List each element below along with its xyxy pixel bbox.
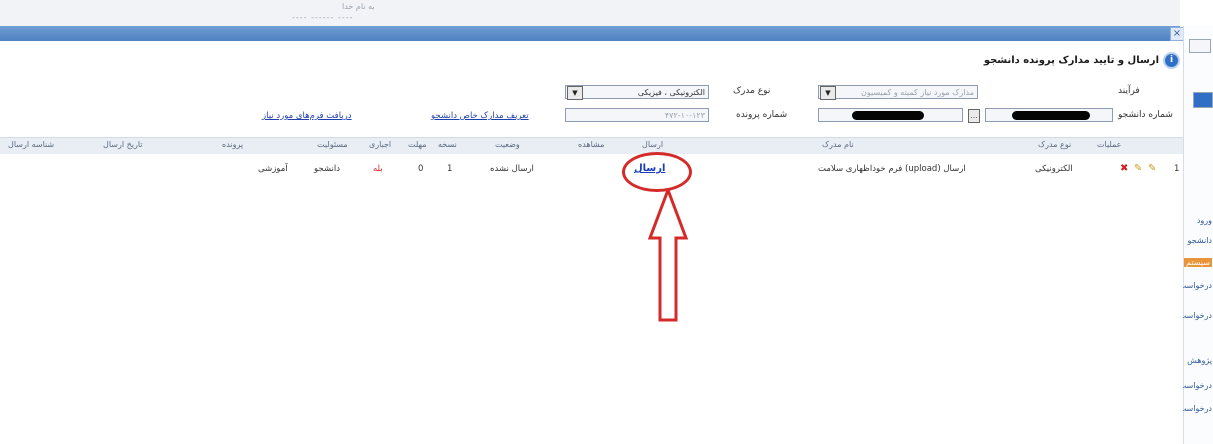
redacted-student-name: [852, 111, 924, 120]
th-copy-count: نسخه: [438, 140, 457, 149]
file-no-label: شماره پرونده: [736, 110, 788, 120]
right-side-panel: ورود دانشجو سیستم درخواست درخواست پژوهش …: [1179, 26, 1213, 444]
process-label: فرآیند: [1118, 86, 1140, 96]
process-select[interactable]: مدارک مورد نیاز کمیته و کمیسیون: [818, 85, 978, 99]
th-view: مشاهده: [578, 140, 605, 149]
define-docs-link[interactable]: تعریف مدارک خاص دانشجو: [431, 111, 529, 121]
row-doc-name: ارسال (upload) فرم خوداظهاری سلامت: [818, 164, 966, 174]
close-button[interactable]: ×: [1170, 27, 1184, 41]
table-header: عملیات نوع مدرک نام مدرک ارسال مشاهده وض…: [0, 137, 1183, 155]
delete-icon[interactable]: ✖: [1120, 164, 1128, 174]
highlight-circle: [622, 152, 692, 192]
dialog-title-row: i ارسال و تایید مدارک پرونده دانشجو: [984, 52, 1180, 69]
dialog-title: ارسال و تایید مدارک پرونده دانشجو: [983, 55, 1159, 66]
side-item[interactable]: درخواست: [1179, 404, 1212, 413]
th-send: ارسال: [642, 140, 664, 149]
side-item[interactable]: درخواست: [1179, 381, 1212, 390]
side-item[interactable]: درخواست: [1179, 281, 1212, 290]
th-responsibility: مسئولیت: [317, 140, 348, 149]
row-copy-count: 1: [447, 164, 453, 174]
top-faint-text: به نام خدا: [342, 2, 375, 11]
side-item[interactable]: درخواست: [1179, 311, 1212, 320]
side-item[interactable]: دانشجو: [1188, 236, 1212, 245]
process-dropdown-chevron-icon[interactable]: ▼: [820, 86, 836, 100]
th-deadline: مهلت: [408, 140, 427, 149]
row-doc-type: الکترونیکی: [1035, 164, 1073, 174]
file-no-field: ۴۷۲-۱۰-۱۲۳: [565, 108, 709, 122]
th-mandatory: اجباری: [369, 140, 392, 149]
up-arrow-annotation: [648, 188, 688, 322]
th-send-id: شناسه ارسال: [8, 140, 55, 149]
th-send-date: تاریخ ارسال: [103, 140, 143, 149]
th-status: وضعیت: [495, 140, 520, 149]
th-actions: عملیات: [1097, 140, 1122, 149]
student-lookup-button[interactable]: …: [968, 109, 980, 123]
th-file: پرونده: [222, 140, 244, 149]
side-item-active[interactable]: سیستم: [1184, 258, 1212, 267]
doc-type-select[interactable]: الکترونیکی ، فیزیکی: [565, 85, 709, 99]
student-no-label: شماره دانشجو: [1118, 110, 1173, 120]
edit-pencil-icon-2[interactable]: ✎: [1148, 164, 1156, 174]
th-doc-type: نوع مدرک: [1038, 140, 1072, 149]
row-deadline: 0: [418, 164, 424, 174]
info-icon: i: [1163, 52, 1180, 69]
redacted-student-no: [1012, 111, 1090, 120]
receive-forms-link[interactable]: دریافت فرم‌های مورد نیاز: [262, 111, 352, 121]
dialog-body: [0, 41, 1183, 444]
row-mandatory: بله: [373, 164, 383, 174]
side-item[interactable]: ورود: [1197, 216, 1212, 225]
panel-box-1[interactable]: [1189, 39, 1211, 53]
side-item[interactable]: پژوهش: [1187, 356, 1212, 365]
top-background-strip: به نام خدا ‐‐‐‐ ‐‐‐‐‐‐ ‐‐‐‐: [0, 0, 1180, 26]
row-responsibility: دانشجو: [314, 164, 340, 174]
th-doc-name: نام مدرک: [822, 140, 854, 149]
panel-blue-button[interactable]: [1193, 92, 1213, 108]
top-faint-text-2: ‐‐‐‐ ‐‐‐‐‐‐ ‐‐‐‐: [292, 13, 354, 22]
table-row: 1 الکترونیکی ارسال (upload) فرم خوداظهار…: [0, 154, 1183, 184]
row-file: آموزشی: [258, 164, 288, 174]
doc-type-label: نوع مدرک: [733, 86, 771, 96]
dialog-titlebar[interactable]: [0, 26, 1180, 41]
doc-type-dropdown-chevron-icon[interactable]: ▼: [567, 86, 583, 100]
edit-pencil-icon[interactable]: ✎: [1134, 164, 1142, 174]
row-index: 1: [1174, 164, 1180, 174]
row-status: ارسال نشده: [490, 164, 534, 174]
